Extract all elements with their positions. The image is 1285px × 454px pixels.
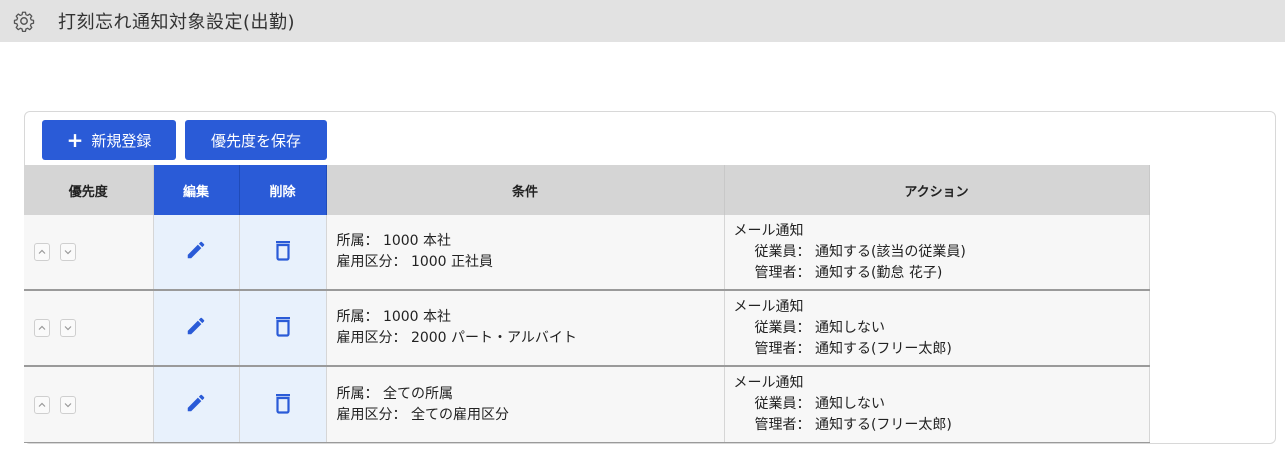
delete-cell — [239, 215, 327, 291]
edit-cell — [153, 215, 240, 291]
action-title: メール通知 — [733, 222, 804, 239]
priority-cell — [24, 215, 154, 291]
column-header-delete: 削除 — [239, 165, 327, 215]
move-down-button[interactable] — [60, 319, 76, 337]
table-row: 所属： 1000 本社 雇用区分： 1000 正社員 メール通知 従業員： 通知… — [24, 215, 1150, 291]
table-row: 所属： 全ての所属 雇用区分： 全ての雇用区分 メール通知 従業員： 通知しない… — [24, 366, 1150, 443]
delete-cell — [239, 366, 327, 443]
action-employee: 従業員： 通知する(該当の従業員) — [754, 243, 966, 260]
action-cell: メール通知 従業員： 通知しない 管理者： 通知する(フリー太郎) — [724, 290, 1150, 367]
condition-cell: 所属： 1000 本社 雇用区分： 2000 パート・アルバイト — [326, 290, 725, 367]
move-down-button[interactable] — [60, 243, 76, 261]
action-title: メール通知 — [733, 375, 804, 391]
toolbar: + 新規登録 優先度を保存 — [42, 120, 327, 160]
save-priority-button[interactable]: 優先度を保存 — [185, 120, 327, 160]
plus-icon: + — [66, 128, 84, 152]
edit-cell — [153, 366, 240, 443]
action-admin: 管理者： 通知する(勤怠 花子) — [754, 264, 943, 281]
condition-department: 所属： 1000 本社 — [336, 233, 452, 249]
chevron-up-icon — [38, 249, 46, 254]
move-up-button[interactable] — [34, 243, 50, 261]
action-employee: 従業員： 通知しない — [754, 396, 885, 412]
notification-target-table: 優先度 編集 削除 条件 アクション 所属： 1000 本社 雇用区分： 100… — [24, 165, 1150, 443]
new-registration-button[interactable]: + 新規登録 — [42, 120, 176, 160]
condition-employment-type: 雇用区分： 2000 パート・アルバイト — [336, 330, 577, 346]
condition-cell: 所属： 1000 本社 雇用区分： 1000 正社員 — [326, 215, 725, 291]
action-employee: 従業員： 通知しない — [754, 319, 885, 336]
table-row: 所属： 1000 本社 雇用区分： 2000 パート・アルバイト メール通知 従… — [24, 290, 1150, 367]
action-title: メール通知 — [733, 298, 804, 315]
action-admin: 管理者： 通知する(フリー太郎) — [754, 340, 952, 357]
pencil-icon[interactable] — [185, 392, 207, 414]
column-header-condition: 条件 — [326, 165, 725, 215]
chevron-down-icon — [64, 326, 72, 331]
chevron-up-icon — [38, 325, 46, 330]
column-header-edit: 編集 — [153, 165, 240, 215]
trash-icon[interactable] — [273, 315, 293, 337]
chevron-down-icon — [64, 402, 72, 407]
move-up-button[interactable] — [34, 319, 50, 337]
column-header-priority: 優先度 — [24, 165, 154, 215]
chevron-up-icon — [38, 402, 46, 407]
page-title: 打刻忘れ通知対象設定(出勤) — [58, 12, 296, 33]
action-cell: メール通知 従業員： 通知する(該当の従業員) 管理者： 通知する(勤怠 花子) — [724, 215, 1150, 291]
priority-cell — [24, 290, 154, 367]
condition-cell: 所属： 全ての所属 雇用区分： 全ての雇用区分 — [326, 366, 725, 443]
trash-icon[interactable] — [273, 239, 293, 261]
action-admin: 管理者： 通知する(フリー太郎) — [754, 417, 952, 433]
pencil-icon[interactable] — [185, 315, 207, 337]
chevron-down-icon — [64, 250, 72, 255]
page-header: 打刻忘れ通知対象設定(出勤) — [0, 0, 1285, 42]
delete-cell — [239, 290, 327, 367]
move-down-button[interactable] — [60, 395, 76, 414]
gear-icon — [12, 9, 36, 33]
pencil-icon[interactable] — [185, 239, 207, 261]
new-registration-label: 新規登録 — [91, 131, 152, 150]
save-priority-label: 優先度を保存 — [210, 131, 301, 150]
condition-department: 所属： 1000 本社 — [336, 309, 452, 325]
column-header-action: アクション — [724, 165, 1150, 215]
move-up-button[interactable] — [34, 395, 50, 414]
condition-employment-type: 雇用区分： 1000 正社員 — [336, 254, 494, 270]
condition-employment-type: 雇用区分： 全ての雇用区分 — [336, 406, 509, 423]
trash-icon[interactable] — [273, 392, 293, 414]
condition-department: 所属： 全ての所属 — [336, 385, 453, 402]
edit-cell — [153, 290, 240, 367]
settings-panel: + 新規登録 優先度を保存 優先度 編集 削除 条件 アクション 所属： 100… — [24, 111, 1276, 444]
action-cell: メール通知 従業員： 通知しない 管理者： 通知する(フリー太郎) — [724, 366, 1150, 443]
table-header-row: 優先度 編集 削除 条件 アクション — [24, 165, 1150, 215]
priority-cell — [24, 366, 154, 443]
